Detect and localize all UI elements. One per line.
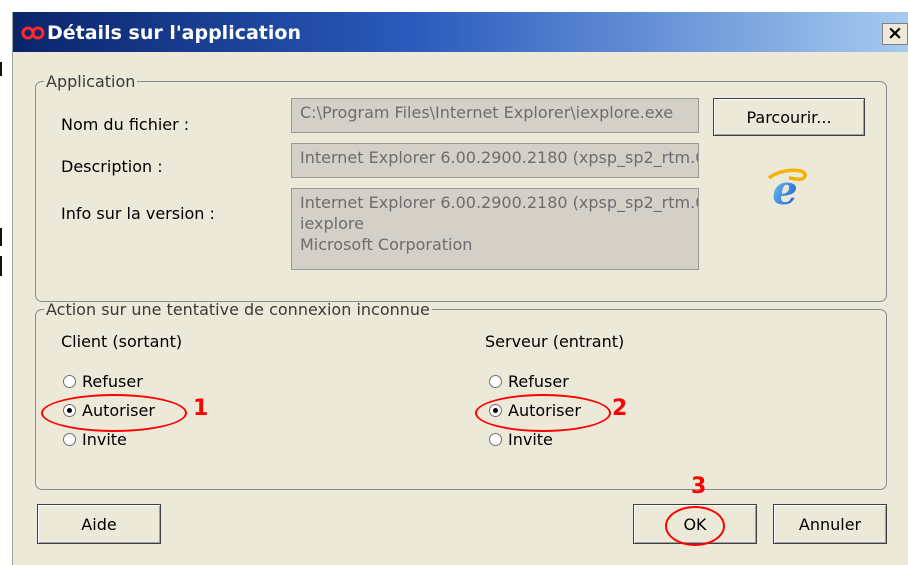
server-prompt-radio[interactable]: Invite [489, 430, 553, 449]
internet-explorer-icon: e [767, 167, 807, 214]
client-heading: Client (sortant) [61, 332, 183, 351]
filename-label: Nom du fichier : [61, 115, 190, 134]
radio-circle[interactable] [489, 433, 502, 446]
annotation-ring-client-allow [41, 394, 187, 432]
radio-circle[interactable] [489, 375, 502, 388]
server-prompt-label: Invite [508, 430, 553, 449]
window-title: Détails sur l'application [47, 22, 301, 44]
server-refuse-radio[interactable]: Refuser [489, 372, 569, 391]
client-refuse-label: Refuser [82, 372, 143, 391]
server-refuse-label: Refuser [508, 372, 569, 391]
edge-tick [0, 228, 2, 246]
version-line: Internet Explorer 6.00.2900.2180 (xpsp_s… [300, 193, 698, 212]
cancel-button[interactable]: Annuler [773, 504, 887, 544]
svg-text:e: e [772, 167, 797, 214]
client-prompt-radio[interactable]: Invite [63, 430, 127, 449]
filename-field[interactable]: C:\Program Files\Internet Explorer\iexpl… [291, 98, 699, 133]
edge-tick [0, 62, 2, 76]
help-button-label: Aide [81, 514, 117, 534]
application-details-dialog: Détails sur l'application × Application … [12, 12, 908, 565]
title-bar[interactable]: Détails sur l'application × [13, 12, 908, 52]
connection-action-group: Action sur une tentative de connexion in… [35, 300, 887, 490]
help-button[interactable]: Aide [37, 504, 161, 544]
annotation-marker-3: 3 [691, 474, 707, 499]
annotation-ring-ok [665, 506, 725, 546]
browse-button-label: Parcourir... [746, 107, 832, 127]
server-heading: Serveur (entrant) [485, 332, 625, 351]
radio-circle[interactable] [63, 375, 76, 388]
close-button[interactable]: × [882, 23, 908, 45]
description-field[interactable]: Internet Explorer 6.00.2900.2180 (xpsp_s… [291, 143, 699, 178]
filename-value: C:\Program Files\Internet Explorer\iexpl… [300, 103, 674, 122]
radio-circle[interactable] [63, 433, 76, 446]
version-info-field[interactable]: Internet Explorer 6.00.2900.2180 (xpsp_s… [291, 188, 699, 270]
client-refuse-radio[interactable]: Refuser [63, 372, 143, 391]
app-logo-icon [21, 26, 45, 40]
close-icon: × [887, 22, 903, 44]
version-line: Microsoft Corporation [300, 235, 473, 254]
application-group-legend: Application [46, 72, 136, 91]
cancel-button-label: Annuler [798, 514, 862, 534]
browse-button[interactable]: Parcourir... [713, 98, 865, 136]
version-info-label: Info sur la version : [61, 204, 215, 223]
client-prompt-label: Invite [82, 430, 127, 449]
annotation-marker-1: 1 [193, 396, 209, 421]
annotation-marker-2: 2 [612, 396, 628, 421]
version-line: iexplore [300, 214, 364, 233]
description-label: Description : [61, 157, 163, 176]
annotation-ring-server-allow [475, 394, 611, 432]
connection-action-legend: Action sur une tentative de connexion in… [46, 300, 430, 319]
edge-tick [0, 256, 2, 276]
description-value: Internet Explorer 6.00.2900.2180 (xpsp_s… [300, 148, 698, 167]
